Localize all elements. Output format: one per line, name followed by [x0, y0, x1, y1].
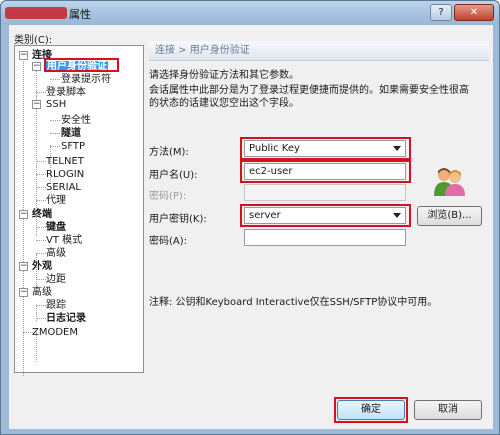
expand-toggle-icon[interactable]: −: [32, 62, 41, 71]
tree-item-appearance[interactable]: 外观: [32, 260, 52, 273]
tree-item-proxy[interactable]: 代理: [46, 194, 66, 207]
help-button[interactable]: ?: [430, 4, 452, 21]
properties-dialog: 属性 ? ✕ 类别(C): − 连接 − 用户身份验证 登录提示符 登录脚本 −…: [0, 0, 500, 435]
browse-button[interactable]: 浏览(B)...: [417, 206, 482, 226]
highlight-box-ok: [334, 397, 408, 423]
window-title: 属性: [69, 8, 91, 21]
tree-item-tunnels[interactable]: 隧道: [61, 127, 81, 140]
expand-toggle-icon[interactable]: −: [19, 288, 28, 297]
tree-item-margins[interactable]: 边距: [46, 273, 66, 286]
tree-item-keyboard[interactable]: 键盘: [46, 221, 66, 234]
tree-item-advanced-root[interactable]: 高级: [32, 286, 52, 299]
username-label: 用户名(U):: [149, 170, 198, 181]
panel-description: 请选择身份验证方法和其它参数。: [149, 70, 299, 81]
settings-panel: 连接 > 用户身份验证 请选择身份验证方法和其它参数。 会话属性中此部分是为了登…: [149, 41, 489, 373]
expand-toggle-icon[interactable]: −: [19, 51, 28, 60]
cancel-button[interactable]: 取消: [414, 400, 482, 420]
panel-description-line: 的状态的话建议您空出这个字段。: [149, 98, 299, 109]
passphrase-label: 密码(A):: [149, 236, 188, 247]
highlight-box-method: [240, 137, 411, 160]
expand-toggle-icon[interactable]: −: [32, 100, 41, 109]
tree-item-security[interactable]: 安全性: [61, 114, 91, 127]
tree-item-vt-modes[interactable]: VT 模式: [46, 234, 82, 247]
tree-item-trace[interactable]: 跟踪: [46, 299, 66, 312]
close-button[interactable]: ✕: [454, 4, 494, 21]
tree-item-logging[interactable]: 日志记录: [46, 312, 86, 325]
tree-item-sftp[interactable]: SFTP: [61, 140, 85, 153]
title-redaction: [5, 7, 67, 19]
category-tree[interactable]: − 连接 − 用户身份验证 登录提示符 登录脚本 − SSH 安全性 隧道 SF…: [14, 45, 144, 376]
tree-item-serial[interactable]: SERIAL: [46, 181, 81, 194]
users-icon: [434, 168, 465, 196]
title-bar[interactable]: 属性 ? ✕: [1, 1, 499, 25]
tree-item-rlogin[interactable]: RLOGIN: [46, 168, 84, 181]
note-text: 注释: 公钥和Keyboard Interactive仅在SSH/SFTP协议中…: [149, 297, 438, 308]
tree-item-telnet[interactable]: TELNET: [46, 155, 84, 168]
tree-item-login-prompts[interactable]: 登录提示符: [61, 73, 111, 86]
passphrase-input[interactable]: [244, 229, 406, 246]
expand-toggle-icon[interactable]: −: [19, 210, 28, 219]
password-input[interactable]: [244, 184, 406, 201]
category-label: 类别(C):: [14, 35, 53, 46]
panel-description-line: 会话属性中此部分是为了登录过程更便捷而提供的。如果需要安全性很高: [149, 85, 469, 96]
expand-toggle-icon[interactable]: −: [19, 262, 28, 271]
method-label: 方法(M):: [149, 147, 189, 158]
user-key-label: 用户密钥(K):: [149, 214, 207, 225]
highlight-box-username: [240, 160, 411, 183]
tree-item-advanced[interactable]: 高级: [46, 247, 66, 260]
highlight-box-user-authentication: [44, 58, 119, 72]
panel-header: 连接 > 用户身份验证: [149, 41, 489, 61]
password-label: 密码(P):: [149, 191, 187, 202]
highlight-box-user-key: [240, 204, 411, 227]
tree-item-zmodem[interactable]: ZMODEM: [32, 326, 78, 339]
dialog-client: 类别(C): − 连接 − 用户身份验证 登录提示符 登录脚本 − SSH 安全…: [9, 25, 493, 429]
tree-item-terminal[interactable]: 终端: [32, 208, 52, 221]
tree-item-ssh[interactable]: SSH: [46, 98, 66, 111]
